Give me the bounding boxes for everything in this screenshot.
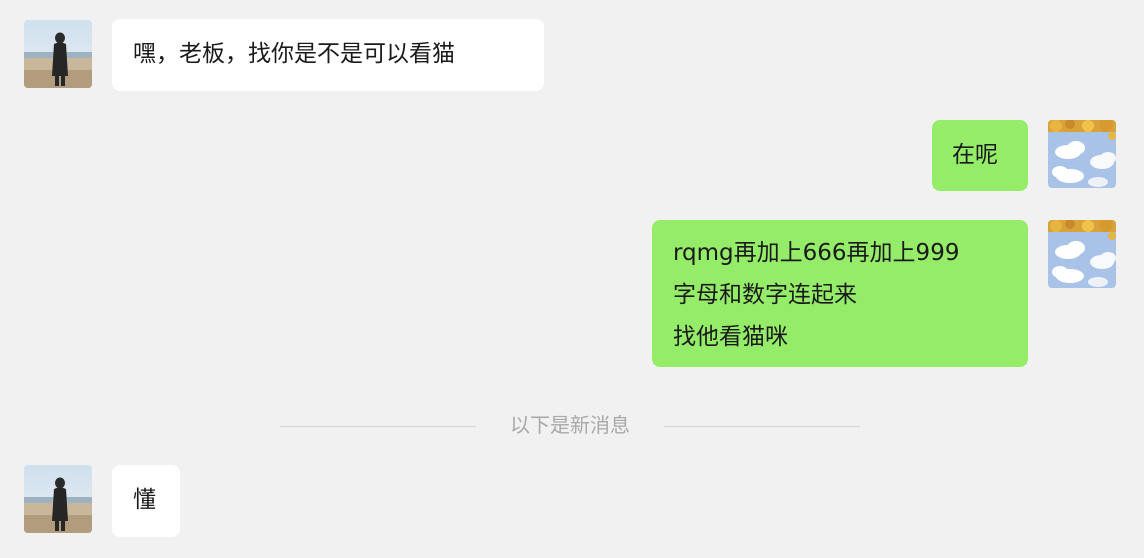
message-text-line: 找他看猫咪 xyxy=(673,324,788,350)
sky-flowers-avatar xyxy=(1048,120,1116,188)
message-bubble-outgoing[interactable]: 在呢 xyxy=(932,120,1028,191)
message-bubble-incoming[interactable]: 嘿，老板，找你是不是可以看猫 xyxy=(112,19,544,91)
divider-line xyxy=(280,426,476,427)
message-text-line: rqmg再加上666再加上999 xyxy=(673,240,960,266)
beach-person-avatar xyxy=(24,465,92,533)
sky-flowers-avatar xyxy=(1048,220,1116,288)
new-messages-divider: 以下是新消息 xyxy=(280,405,860,445)
message-text: 在呢 xyxy=(952,142,998,168)
message-bubble-outgoing[interactable]: rqmg再加上666再加上999 字母和数字连起来 找他看猫咪 xyxy=(652,220,1028,367)
chat-window: 嘿，老板，找你是不是可以看猫 在呢 rqmg再加上666再加上999 字母和数字… xyxy=(0,0,1144,558)
message-bubble-incoming[interactable]: 懂 xyxy=(112,465,180,537)
message-text: 嘿，老板，找你是不是可以看猫 xyxy=(133,41,455,67)
message-text: 懂 xyxy=(133,487,156,513)
contact-avatar[interactable] xyxy=(24,20,92,88)
divider-label: 以下是新消息 xyxy=(510,413,630,437)
message-text-line: 字母和数字连起来 xyxy=(673,282,857,308)
contact-avatar[interactable] xyxy=(24,465,92,533)
self-avatar[interactable] xyxy=(1048,120,1116,188)
self-avatar[interactable] xyxy=(1048,220,1116,288)
beach-person-avatar xyxy=(24,20,92,88)
divider-line xyxy=(664,426,860,427)
